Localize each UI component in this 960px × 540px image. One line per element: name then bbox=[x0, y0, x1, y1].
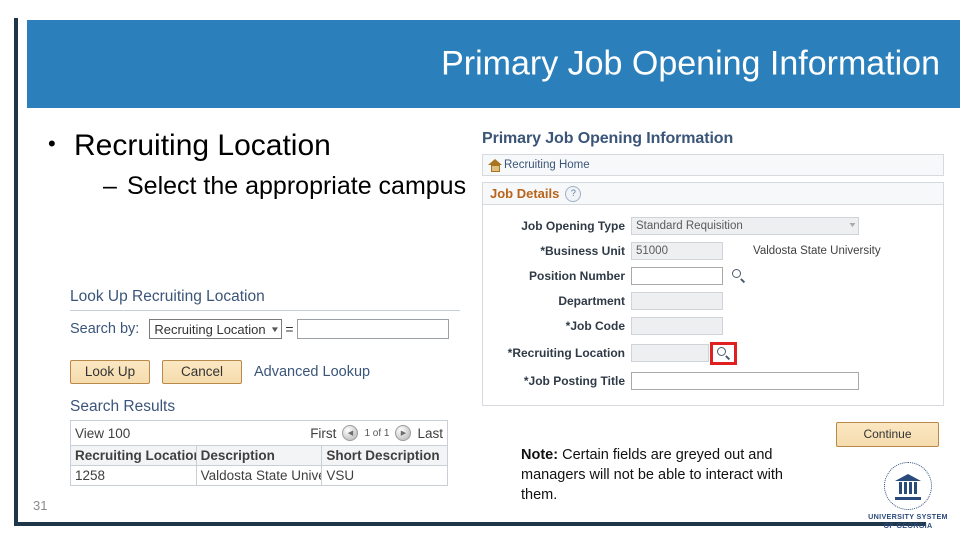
business-unit-field: 51000 bbox=[631, 241, 723, 260]
recruiting-home-link[interactable]: Recruiting Home bbox=[504, 159, 590, 171]
recruiting-location-magnifier-icon[interactable] bbox=[716, 346, 731, 361]
lookup-recruiting-location-panel: Look Up Recruiting Location Search by: R… bbox=[70, 288, 460, 486]
page-count-label: 1 of 1 bbox=[364, 427, 390, 439]
cell-short-description: VSU bbox=[321, 465, 448, 486]
position-number-input[interactable] bbox=[631, 266, 723, 285]
last-page-link[interactable]: Last bbox=[417, 426, 443, 441]
job-posting-title-input[interactable] bbox=[631, 371, 859, 390]
chevron-down-icon: ▼ bbox=[847, 222, 858, 229]
next-arrow-icon[interactable]: ▶ bbox=[395, 425, 412, 441]
label-business-unit: *Business Unit bbox=[540, 243, 625, 258]
note-prefix: Note: bbox=[521, 447, 559, 463]
help-question-icon[interactable]: ? bbox=[565, 185, 582, 202]
label-job-opening-type: Job Opening Type bbox=[521, 218, 625, 233]
bullet-level2-text: Select the appropriate campus bbox=[127, 172, 467, 201]
university-system-of-georgia-logo: UNIVERSITY SYSTEM OF GEORGIA bbox=[868, 462, 948, 530]
bullet-level2: – Select the appropriate campus bbox=[103, 171, 468, 201]
slide-title-banner: Primary Job Opening Information bbox=[27, 20, 960, 108]
position-number-magnifier-icon[interactable] bbox=[731, 268, 746, 283]
form-row-business-unit: *Business Unit 51000 Valdosta State Univ… bbox=[483, 238, 943, 263]
search-by-label: Search by: bbox=[70, 321, 140, 337]
logo-line-2: OF GEORGIA bbox=[883, 521, 933, 530]
label-department: Department bbox=[558, 293, 625, 308]
recruiting-home-bar[interactable]: Recruiting Home bbox=[482, 154, 944, 176]
search-results-table: View 100 First ◀ 1 of 1 ▶ Last Recruitin… bbox=[70, 420, 448, 486]
form-row-position-number: Position Number bbox=[483, 263, 943, 288]
classical-building-seal-icon bbox=[884, 462, 932, 510]
label-job-code: *Job Code bbox=[565, 318, 625, 333]
label-recruiting-location: *Recruiting Location bbox=[507, 346, 625, 360]
lookup-divider bbox=[70, 310, 460, 311]
cell-recruiting-location[interactable]: 1258 bbox=[70, 465, 197, 486]
continue-button[interactable]: Continue bbox=[836, 422, 939, 447]
form-row-job-code: *Job Code bbox=[483, 313, 943, 338]
prev-arrow-icon[interactable]: ◀ bbox=[342, 425, 359, 441]
job-opening-type-value: Standard Requisition bbox=[636, 219, 743, 232]
dash-marker-icon: – bbox=[103, 172, 117, 201]
bullet-level1: • Recruiting Location bbox=[48, 128, 468, 163]
home-icon bbox=[488, 158, 502, 172]
job-opening-type-select: Standard Requisition ▼ bbox=[631, 216, 859, 235]
note-text: Note: Certain fields are greyed out and … bbox=[521, 445, 821, 505]
search-by-selected-value: Recruiting Location bbox=[154, 321, 266, 337]
search-results-heading: Search Results bbox=[70, 398, 176, 415]
first-page-link[interactable]: First bbox=[310, 426, 336, 441]
note-body: Certain fields are greyed out and manage… bbox=[521, 447, 783, 503]
advanced-lookup-link[interactable]: Advanced Lookup bbox=[254, 364, 370, 380]
column-header-recruiting-location[interactable]: Recruiting Location bbox=[70, 445, 197, 466]
ps-panel-title: Primary Job Opening Information bbox=[482, 130, 734, 147]
job-details-form: Job Opening Type Standard Requisition ▼ … bbox=[482, 205, 944, 406]
column-header-short-description[interactable]: Short Description bbox=[321, 445, 448, 466]
form-row-recruiting-location: *Recruiting Location bbox=[483, 338, 943, 368]
chevron-down-icon: ▼ bbox=[270, 324, 281, 334]
lookup-panel-heading: Look Up Recruiting Location bbox=[70, 288, 265, 305]
look-up-button[interactable]: Look Up bbox=[70, 360, 150, 384]
recruiting-location-field bbox=[631, 344, 709, 362]
bullet-marker-icon: • bbox=[48, 131, 56, 156]
search-by-select[interactable]: Recruiting Location ▼ bbox=[149, 319, 283, 339]
bullet-level1-text: Recruiting Location bbox=[74, 129, 331, 162]
job-details-section-header: Job Details ? bbox=[482, 182, 944, 205]
equals-operator-label: = bbox=[285, 321, 294, 337]
recruiting-location-lookup-highlight bbox=[710, 341, 737, 365]
department-field bbox=[631, 291, 723, 310]
search-value-input[interactable] bbox=[296, 319, 449, 339]
lookup-button-row: Look Up Cancel Advanced Lookup bbox=[70, 360, 460, 384]
slide-number: 31 bbox=[33, 498, 48, 513]
primary-job-opening-panel: Primary Job Opening Information Recruiti… bbox=[482, 130, 944, 406]
job-code-field bbox=[631, 316, 723, 335]
business-unit-description: Valdosta State University bbox=[753, 244, 881, 257]
form-row-job-posting-title: *Job Posting Title bbox=[483, 368, 943, 393]
label-position-number: Position Number bbox=[528, 268, 625, 283]
cancel-button[interactable]: Cancel bbox=[162, 360, 242, 384]
cell-description: Valdosta State University bbox=[195, 465, 323, 486]
bullet-list: • Recruiting Location – Select the appro… bbox=[48, 128, 468, 201]
logo-line-1: UNIVERSITY SYSTEM bbox=[868, 512, 948, 521]
page-title: Primary Job Opening Information bbox=[441, 44, 940, 83]
results-header-row: Recruiting Location Description Short De… bbox=[70, 445, 448, 466]
table-row[interactable]: 1258 Valdosta State University VSU bbox=[70, 465, 448, 486]
results-pager-row: View 100 First ◀ 1 of 1 ▶ Last bbox=[70, 420, 448, 446]
label-job-posting-title: *Job Posting Title bbox=[523, 373, 625, 388]
form-row-job-opening-type: Job Opening Type Standard Requisition ▼ bbox=[483, 213, 943, 238]
form-row-department: Department bbox=[483, 288, 943, 313]
search-by-row: Search by: Recruiting Location ▼ = bbox=[70, 318, 460, 340]
slide-frame-left-border bbox=[14, 18, 18, 526]
column-header-description[interactable]: Description bbox=[195, 445, 323, 466]
slide-frame-bottom-border bbox=[14, 522, 926, 526]
view-count-label[interactable]: View 100 bbox=[75, 426, 130, 441]
job-details-label: Job Details bbox=[490, 186, 560, 201]
